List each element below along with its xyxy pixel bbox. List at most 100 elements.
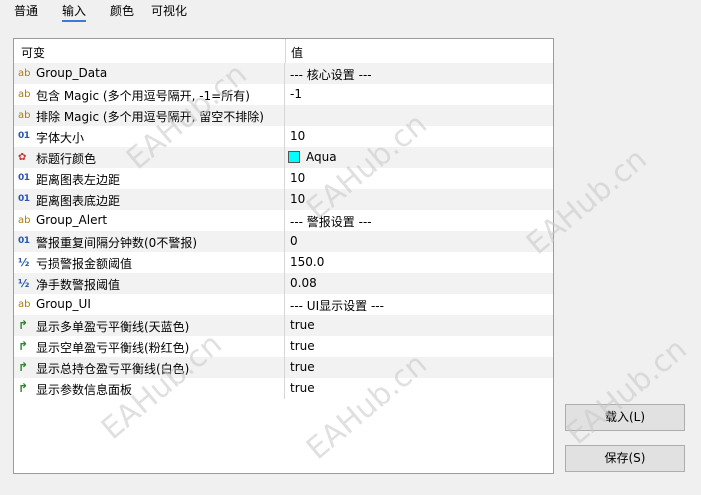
parameter-name: 亏损警报金额阈值 bbox=[36, 257, 133, 271]
parameter-name: Group_Alert bbox=[36, 213, 108, 227]
name-cell: ab 排除 Magic (多个用逗号隔开, 留空不排除) bbox=[14, 105, 285, 126]
value-cell[interactable]: --- 警报设置 --- bbox=[285, 210, 553, 231]
name-cell: 01 距离图表底边距 bbox=[14, 189, 285, 210]
parameter-value[interactable]: 0.08 bbox=[290, 276, 317, 290]
string-type-icon: ab bbox=[18, 89, 31, 100]
value-cell[interactable]: 0 bbox=[285, 231, 553, 252]
parameter-name: 标题行颜色 bbox=[36, 152, 97, 166]
name-cell: 01 距离图表左边距 bbox=[14, 168, 285, 189]
load-button[interactable]: 载入(L) bbox=[565, 404, 685, 431]
parameter-name: 距离图表底边距 bbox=[36, 194, 121, 208]
table-row[interactable]: ab Group_Data --- 核心设置 --- bbox=[14, 63, 553, 84]
parameter-value[interactable]: 0 bbox=[290, 234, 298, 248]
table-row[interactable]: 01 警报重复间隔分钟数(0不警报) 0 bbox=[14, 231, 553, 252]
parameter-value[interactable]: --- 警报设置 --- bbox=[290, 213, 372, 230]
parameter-name: 警报重复间隔分钟数(0不警报) bbox=[36, 236, 197, 250]
name-cell: ↱ 显示参数信息面板 bbox=[14, 378, 285, 399]
string-type-icon: ab bbox=[18, 68, 31, 79]
value-cell[interactable]: true bbox=[285, 315, 553, 336]
bool-type-icon: ↱ bbox=[18, 318, 29, 332]
name-cell: 01 字体大小 bbox=[14, 126, 285, 147]
value-cell[interactable]: true bbox=[285, 357, 553, 378]
name-cell: ab Group_UI bbox=[14, 294, 285, 315]
table-row[interactable]: 01 距离图表左边距 10 bbox=[14, 168, 553, 189]
inputs-grid: 可变 值 ab Group_Data --- 核心设置 --- ab 包含 Magic … bbox=[13, 38, 554, 474]
parameter-value[interactable]: 10 bbox=[290, 129, 305, 143]
table-row[interactable]: ab 排除 Magic (多个用逗号隔开, 留空不排除) bbox=[14, 105, 553, 126]
watermark: EAHub.cn bbox=[560, 331, 694, 452]
integer-type-icon: 01 bbox=[18, 131, 30, 141]
name-cell: 01 警报重复间隔分钟数(0不警报) bbox=[14, 231, 285, 252]
value-cell[interactable]: Aqua bbox=[285, 147, 553, 168]
parameter-name: 字体大小 bbox=[36, 131, 85, 145]
name-cell: ½ 净手数警报阈值 bbox=[14, 273, 285, 294]
table-row[interactable]: ab Group_UI --- UI显示设置 --- bbox=[14, 294, 553, 315]
tab-general[interactable]: 普通 bbox=[14, 4, 38, 24]
name-cell: ab 包含 Magic (多个用逗号隔开, -1=所有) bbox=[14, 84, 285, 105]
parameter-name: 净手数警报阈值 bbox=[36, 278, 121, 292]
parameter-name: 显示多单盈亏平衡线(天蓝色) bbox=[36, 320, 190, 334]
tab-colors[interactable]: 颜色 bbox=[110, 4, 134, 24]
value-cell[interactable]: 10 bbox=[285, 126, 553, 147]
parameter-name: 距离图表左边距 bbox=[36, 173, 121, 187]
integer-type-icon: 01 bbox=[18, 236, 30, 246]
value-cell[interactable]: 0.08 bbox=[285, 273, 553, 294]
parameter-name: 排除 Magic (多个用逗号隔开, 留空不排除) bbox=[36, 110, 264, 124]
name-cell: ↱ 显示总持仓盈亏平衡线(白色) bbox=[14, 357, 285, 378]
value-cell[interactable]: 10 bbox=[285, 168, 553, 189]
parameter-name: 显示参数信息面板 bbox=[36, 383, 133, 397]
name-cell: ↱ 显示多单盈亏平衡线(天蓝色) bbox=[14, 315, 285, 336]
table-row[interactable]: ↱ 显示多单盈亏平衡线(天蓝色) true bbox=[14, 315, 553, 336]
double-type-icon: ½ bbox=[18, 277, 30, 290]
parameter-value[interactable]: 10 bbox=[290, 192, 305, 206]
value-cell[interactable]: --- UI显示设置 --- bbox=[285, 294, 553, 315]
parameter-value[interactable]: true bbox=[290, 318, 315, 332]
parameter-name: Group_Data bbox=[36, 66, 108, 80]
table-row[interactable]: ½ 净手数警报阈值 0.08 bbox=[14, 273, 553, 294]
parameter-name: 显示总持仓盈亏平衡线(白色) bbox=[36, 362, 190, 376]
tab-inputs[interactable]: 输入 bbox=[62, 4, 87, 22]
parameter-value[interactable]: --- 核心设置 --- bbox=[290, 66, 372, 83]
value-cell[interactable] bbox=[285, 105, 553, 126]
color-type-icon: ✿ bbox=[18, 152, 27, 163]
table-row[interactable]: ab 包含 Magic (多个用逗号隔开, -1=所有) -1 bbox=[14, 84, 553, 105]
table-row[interactable]: ↱ 显示参数信息面板 true bbox=[14, 378, 553, 399]
value-cell[interactable]: 10 bbox=[285, 189, 553, 210]
name-cell: ab Group_Data bbox=[14, 63, 285, 84]
color-swatch[interactable] bbox=[288, 151, 300, 163]
bool-type-icon: ↱ bbox=[18, 339, 29, 353]
column-header-value[interactable]: 值 bbox=[291, 44, 303, 61]
value-cell[interactable]: --- 核心设置 --- bbox=[285, 63, 553, 84]
double-type-icon: ½ bbox=[18, 256, 30, 269]
name-cell: ab Group_Alert bbox=[14, 210, 285, 231]
parameter-value[interactable]: true bbox=[290, 339, 315, 353]
parameter-value[interactable]: true bbox=[290, 381, 315, 395]
grid-header: 可变 值 bbox=[14, 39, 553, 64]
tab-visualization[interactable]: 可视化 bbox=[151, 4, 187, 24]
integer-type-icon: 01 bbox=[18, 194, 30, 204]
parameter-value[interactable]: Aqua bbox=[306, 150, 337, 164]
string-type-icon: ab bbox=[18, 110, 31, 121]
save-button[interactable]: 保存(S) bbox=[565, 445, 685, 472]
parameter-value[interactable]: 150.0 bbox=[290, 255, 324, 269]
table-row[interactable]: ½ 亏损警报金额阈值 150.0 bbox=[14, 252, 553, 273]
integer-type-icon: 01 bbox=[18, 173, 30, 183]
parameter-value[interactable]: 10 bbox=[290, 171, 305, 185]
value-cell[interactable]: 150.0 bbox=[285, 252, 553, 273]
parameter-value[interactable]: --- UI显示设置 --- bbox=[290, 297, 384, 314]
parameter-value[interactable]: true bbox=[290, 360, 315, 374]
value-cell[interactable]: -1 bbox=[285, 84, 553, 105]
table-row[interactable]: ↱ 显示空单盈亏平衡线(粉红色) true bbox=[14, 336, 553, 357]
tab-bar: 普通 输入 颜色 可视化 bbox=[0, 0, 701, 28]
column-header-variable[interactable]: 可变 bbox=[21, 44, 45, 61]
value-cell[interactable]: true bbox=[285, 378, 553, 399]
table-row[interactable]: 01 字体大小 10 bbox=[14, 126, 553, 147]
string-type-icon: ab bbox=[18, 215, 31, 226]
value-cell[interactable]: true bbox=[285, 336, 553, 357]
name-cell: ½ 亏损警报金额阈值 bbox=[14, 252, 285, 273]
table-row[interactable]: ✿ 标题行颜色 Aqua bbox=[14, 147, 553, 168]
table-row[interactable]: ↱ 显示总持仓盈亏平衡线(白色) true bbox=[14, 357, 553, 378]
table-row[interactable]: ab Group_Alert --- 警报设置 --- bbox=[14, 210, 553, 231]
table-row[interactable]: 01 距离图表底边距 10 bbox=[14, 189, 553, 210]
parameter-value[interactable]: -1 bbox=[290, 87, 302, 101]
